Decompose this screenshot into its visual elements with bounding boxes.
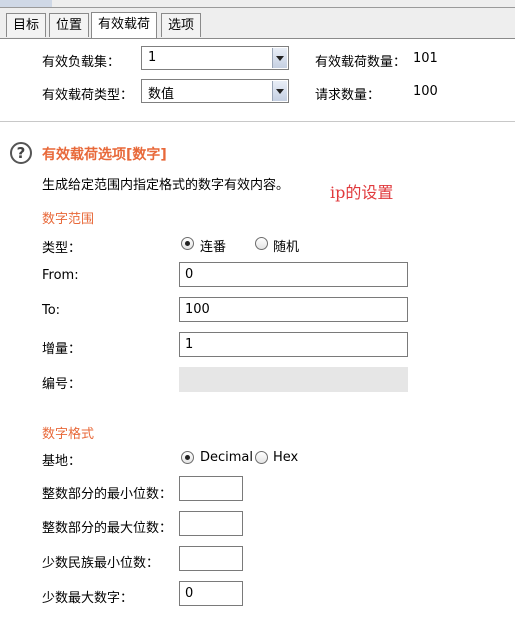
hex-label: Hex xyxy=(273,450,299,465)
min-fraction-digits-label: 少数民族最小位数： xyxy=(42,556,160,571)
how-many-label: 编号： xyxy=(42,377,82,392)
min-integer-digits-label: 整数部分的最小位数： xyxy=(42,487,173,502)
decimal-radio[interactable] xyxy=(181,451,194,464)
to-input[interactable]: 100 xyxy=(179,297,408,322)
top-selected-tab[interactable] xyxy=(0,0,52,7)
chevron-down-icon xyxy=(272,48,287,68)
max-integer-digits-input[interactable] xyxy=(179,511,243,536)
annotation-text: ip的设置 xyxy=(330,183,394,202)
number-range-heading: 数字范围 xyxy=(42,212,95,227)
payload-type-select[interactable]: 数值 xyxy=(141,79,289,103)
min-integer-digits-input[interactable] xyxy=(179,476,243,501)
sequential-radio[interactable] xyxy=(181,237,194,250)
max-fraction-digits-label: 少数最大数字： xyxy=(42,591,134,606)
tab-options[interactable]: 选项 xyxy=(161,13,202,37)
number-format-heading: 数字格式 xyxy=(42,427,95,442)
step-input[interactable]: 1 xyxy=(179,332,408,357)
tab-payloads[interactable]: 有效载荷 xyxy=(91,12,158,38)
min-fraction-digits-input[interactable] xyxy=(179,546,243,571)
type-label: 类型： xyxy=(42,241,82,256)
random-radio[interactable] xyxy=(255,237,268,250)
payload-options-description: 生成给定范围内指定格式的数字有效内容。 xyxy=(42,178,290,193)
help-icon[interactable]: ? xyxy=(10,142,32,164)
payload-type-label: 有效载荷类型： xyxy=(42,88,134,103)
from-input[interactable]: 0 xyxy=(179,262,408,287)
chevron-down-icon xyxy=(272,81,287,101)
base-label: 基地： xyxy=(42,454,82,469)
tab-positions[interactable]: 位置 xyxy=(49,13,90,37)
from-label: From: xyxy=(42,268,79,283)
tab-bar: 目标 位置 有效载荷 选项 xyxy=(0,8,515,39)
sequential-label: 连番 xyxy=(200,240,227,255)
step-label: 增量： xyxy=(42,342,82,357)
max-integer-digits-label: 整数部分的最大位数： xyxy=(42,521,173,536)
payload-type-value: 数值 xyxy=(148,87,175,102)
max-fraction-digits-input[interactable]: 0 xyxy=(179,581,243,606)
payload-set-label: 有效负载集： xyxy=(42,55,121,70)
payload-options-title: 有效载荷选项[数字] xyxy=(42,147,167,163)
to-label: To: xyxy=(42,303,61,318)
how-many-input xyxy=(179,367,408,392)
decimal-label: Decimal xyxy=(200,450,254,465)
payload-count-value: 101 xyxy=(413,51,438,66)
tab-target[interactable]: 目标 xyxy=(6,13,47,37)
request-count-label: 请求数量： xyxy=(315,88,381,103)
random-label: 随机 xyxy=(273,240,300,255)
payload-set-value: 1 xyxy=(148,50,157,65)
payload-count-label: 有效载荷数量： xyxy=(315,55,407,70)
top-tab-strip xyxy=(0,0,515,8)
hex-radio[interactable] xyxy=(255,451,268,464)
request-count-value: 100 xyxy=(413,84,438,99)
section-divider xyxy=(0,121,515,122)
payload-set-select[interactable]: 1 xyxy=(141,46,289,70)
